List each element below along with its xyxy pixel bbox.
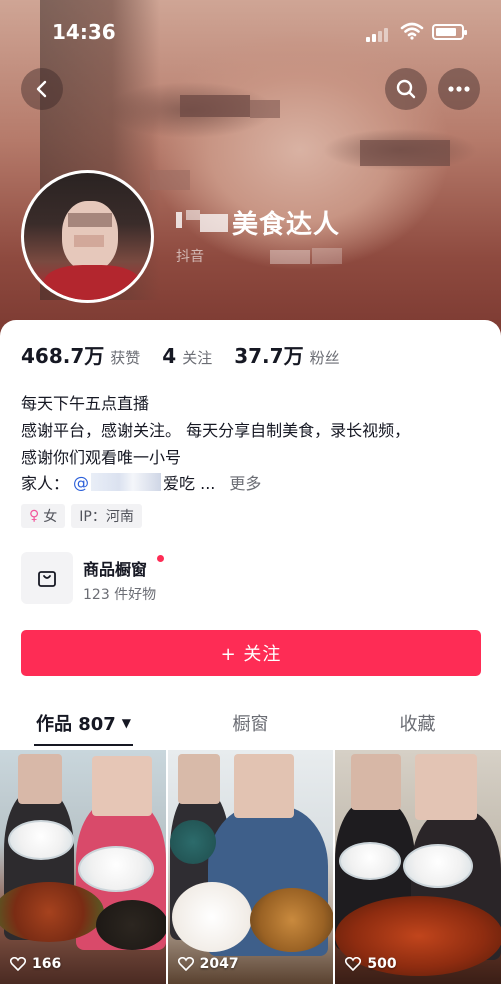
shop-bag-icon — [21, 552, 73, 604]
video-likes: 500 — [345, 956, 397, 972]
following-count: 4 — [162, 344, 177, 368]
female-icon: ♀ — [29, 508, 40, 524]
ip-label: IP：河南 — [79, 509, 134, 525]
shop-window-entry[interactable]: 商品橱窗 123 件好物 — [21, 552, 481, 604]
tab-shop-window[interactable]: 橱窗 — [167, 700, 334, 746]
profile-tags: ♀ 女 IP：河南 — [21, 504, 142, 528]
video-thumbnail[interactable]: 166 — [0, 750, 166, 984]
video-likes: 2047 — [177, 956, 239, 972]
follow-button[interactable]: + 关注 — [21, 630, 481, 676]
back-icon — [36, 80, 47, 98]
video-likes-count: 166 — [32, 956, 62, 972]
followers-label[interactable]: 粉丝 — [310, 347, 340, 368]
tab-shop-window-label: 橱窗 — [232, 714, 269, 735]
avatar[interactable] — [21, 170, 154, 303]
more-icon — [448, 86, 470, 92]
signal-icon — [366, 26, 392, 42]
battery-icon — [432, 24, 467, 40]
tab-favorites[interactable]: 收藏 — [334, 700, 501, 746]
heart-icon — [177, 957, 194, 971]
video-likes: 166 — [10, 956, 61, 972]
search-icon — [396, 79, 416, 99]
search-button[interactable] — [385, 68, 427, 110]
following-label[interactable]: 关注 — [182, 347, 212, 368]
back-button[interactable] — [21, 68, 63, 110]
profile-card: 468.7万 获赞 4 关注 37.7万 粉丝 每天下午五点直播 感谢平台，感谢… — [0, 320, 501, 984]
heart-icon — [10, 957, 26, 971]
bio-line: 每天下午五点直播 — [21, 394, 150, 413]
tab-works-label: 作品 807 — [35, 714, 116, 735]
status-time: 14:36 — [52, 20, 116, 44]
video-thumbnail[interactable]: 500 — [335, 750, 501, 984]
shop-subtitle: 123 件好物 — [83, 587, 157, 603]
profile-id: 抖音 — [176, 249, 204, 265]
family-mention[interactable]: @ — [73, 473, 89, 492]
likes-label[interactable]: 获赞 — [110, 347, 140, 368]
profile-id-mosaic — [270, 246, 360, 268]
shop-notification-dot — [157, 555, 164, 562]
video-likes-count: 500 — [367, 956, 397, 972]
family-line: 家人： @ 爱吃 ... 更多 — [21, 470, 261, 494]
shop-title: 商品橱窗 — [83, 560, 148, 579]
nickname-mosaic — [176, 208, 232, 236]
family-mention-mosaic — [91, 473, 162, 491]
bio-more-link[interactable]: 更多 — [229, 470, 261, 494]
family-mention-name[interactable]: 爱吃 ... — [163, 470, 215, 494]
heart-icon — [345, 957, 362, 971]
family-label: 家人： — [21, 474, 70, 493]
tab-favorites-label: 收藏 — [399, 714, 436, 735]
gender-label: 女 — [43, 509, 58, 525]
wifi-icon — [400, 22, 424, 40]
caret-down-icon: ▼ — [121, 716, 132, 730]
bio-line: 感谢你们观看唯一小号 — [21, 448, 182, 467]
ip-tag: IP：河南 — [71, 504, 142, 528]
video-thumbnail[interactable]: 2047 — [167, 750, 334, 984]
more-button[interactable] — [438, 68, 480, 110]
video-grid: 166 2047 500 — [0, 750, 501, 984]
profile-nickname: 美食达人 — [232, 210, 341, 240]
bio-line: 感谢平台，感谢关注。 每天分享自制美食，录长视频， — [21, 421, 411, 440]
status-bar: 14:36 — [0, 0, 501, 64]
tab-works[interactable]: 作品 807 ▼ — [0, 700, 167, 746]
profile-bio: 每天下午五点直播 感谢平台，感谢关注。 每天分享自制美食，录长视频， 感谢你们观… — [21, 390, 410, 471]
content-tabs: 作品 807 ▼ 橱窗 收藏 — [0, 700, 501, 746]
likes-count: 468.7万 — [21, 344, 105, 368]
gender-tag: ♀ 女 — [21, 504, 66, 528]
video-likes-count: 2047 — [199, 956, 239, 972]
followers-count: 37.7万 — [234, 344, 304, 368]
profile-stats: 468.7万 获赞 4 关注 37.7万 粉丝 — [21, 340, 362, 369]
